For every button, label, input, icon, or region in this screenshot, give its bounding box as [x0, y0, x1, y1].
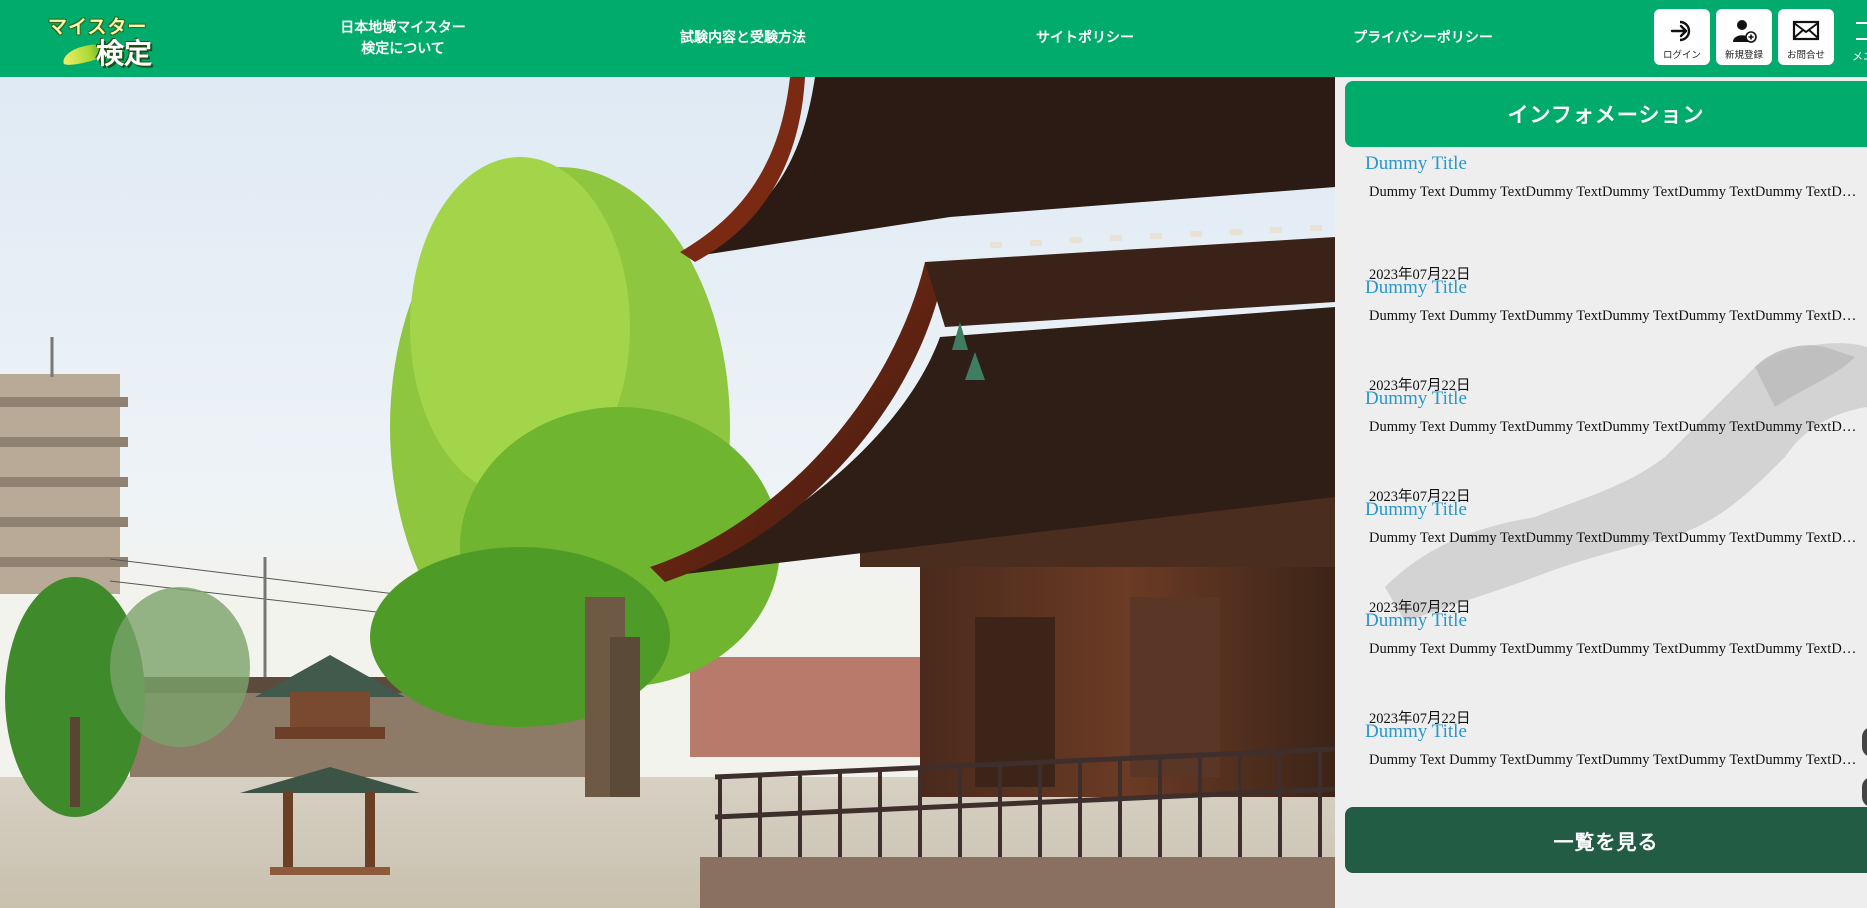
side-scroll-handle[interactable] — [1862, 777, 1867, 807]
news-excerpt: Dummy Text Dummy TextDummy TextDummy Tex… — [1369, 641, 1859, 657]
logo-text-bottom: 検定 — [96, 37, 153, 70]
login-label: ログイン — [1662, 50, 1701, 61]
contact-button[interactable]: お問合せ — [1778, 9, 1834, 65]
view-all-button[interactable]: 一覧を見る — [1345, 807, 1867, 873]
news-title-link[interactable]: Dummy Title — [1365, 277, 1467, 299]
menu-icon-bar — [1856, 38, 1867, 40]
hero-image — [0, 77, 1335, 908]
news-item: 2023年07月22日 Dummy Title Dummy Text Dummy… — [1335, 486, 1867, 597]
news-excerpt: Dummy Text Dummy TextDummy TextDummy Tex… — [1369, 419, 1859, 435]
menu-button[interactable]: メニ — [1852, 18, 1867, 68]
site-logo[interactable]: マイスター 検定 — [40, 6, 170, 70]
news-item: 2023年07月22日 Dummy Title Dummy Text Dummy… — [1335, 597, 1867, 708]
news-title-link[interactable]: Dummy Title — [1365, 499, 1467, 521]
nav-exam-info[interactable]: 試験内容と受験方法 — [650, 0, 836, 77]
news-excerpt: Dummy Text Dummy TextDummy TextDummy Tex… — [1369, 184, 1859, 200]
login-button[interactable]: ログイン — [1654, 9, 1710, 65]
menu-icon-bar — [1856, 22, 1867, 24]
nav-site-policy[interactable]: サイトポリシー — [1010, 0, 1160, 77]
information-panel: インフォメーション Dummy Title Dummy Text Dummy T… — [1335, 77, 1867, 908]
news-item: 2023年07月22日 Dummy Title Dummy Text Dummy… — [1335, 264, 1867, 375]
news-excerpt: Dummy Text Dummy TextDummy TextDummy Tex… — [1369, 752, 1859, 768]
news-title-link[interactable]: Dummy Title — [1365, 610, 1467, 632]
news-title-link[interactable]: Dummy Title — [1365, 153, 1467, 175]
login-icon — [1670, 20, 1691, 42]
user-plus-icon — [1733, 20, 1757, 43]
news-title-link[interactable]: Dummy Title — [1365, 388, 1467, 410]
side-scroll-handle[interactable] — [1862, 727, 1867, 757]
temple-photo — [0, 77, 1335, 908]
news-list: Dummy Title Dummy Text Dummy TextDummy T… — [1335, 153, 1867, 819]
info-heading: インフォメーション — [1345, 81, 1867, 147]
news-item: 2023年07月22日 Dummy Title Dummy Text Dummy… — [1335, 375, 1867, 486]
site-header: マイスター 検定 日本地域マイスター 検定について 試験内容と受験方法 サイトポ… — [0, 0, 1867, 77]
nav-about[interactable]: 日本地域マイスター 検定について — [315, 0, 491, 77]
contact-label: お問合せ — [1786, 50, 1825, 61]
news-title-link[interactable]: Dummy Title — [1365, 721, 1467, 743]
news-excerpt: Dummy Text Dummy TextDummy TextDummy Tex… — [1369, 530, 1859, 546]
news-excerpt: Dummy Text Dummy TextDummy TextDummy Tex… — [1369, 308, 1859, 324]
news-item: 2023年07月22日 Dummy Title Dummy Text Dummy… — [1335, 708, 1867, 819]
register-button[interactable]: 新規登録 — [1716, 9, 1772, 65]
mail-icon — [1792, 20, 1820, 41]
nav-privacy-policy[interactable]: プライバシーポリシー — [1335, 0, 1511, 77]
news-item: Dummy Title Dummy Text Dummy TextDummy T… — [1335, 153, 1867, 264]
register-label: 新規登録 — [1724, 50, 1763, 61]
menu-label: メニ — [1852, 50, 1867, 63]
